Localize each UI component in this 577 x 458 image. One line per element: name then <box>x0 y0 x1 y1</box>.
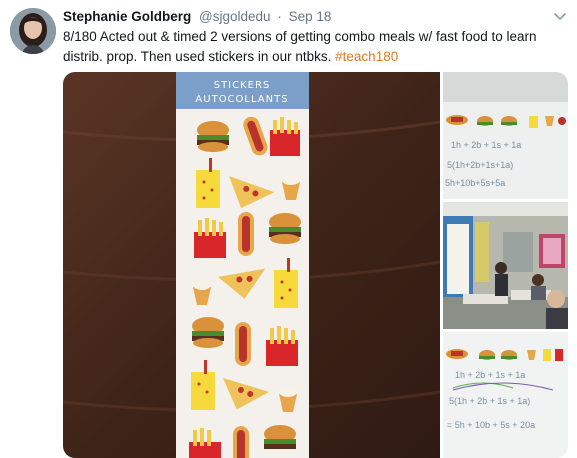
separator-dot: · <box>277 9 282 24</box>
whiteboard-top-line3: 5h+10b+5s+5a <box>445 178 505 188</box>
tweet-text: 8/180 Acted out & timed 2 versions of ge… <box>63 27 568 66</box>
whiteboard-bot-line3: = 5h + 10b + 5s + 20a <box>447 420 535 430</box>
whiteboard-bot-line2: 5(1h + 2b + 1s + 1a) <box>449 396 530 406</box>
whiteboard-bot-line1: 1h + 2b + 1s + 1a <box>455 370 525 380</box>
tweet[interactable]: Stephanie Goldberg @sjgoldedu · Sep 18 8… <box>0 0 577 458</box>
whiteboard-top-line1: 1h + 2b + 1s + 1a <box>451 140 521 150</box>
sticker-header-line2: AUTOCOLLANTS <box>195 94 288 105</box>
classroom-photo[interactable] <box>443 202 568 329</box>
chevron-down-icon[interactable] <box>552 10 568 22</box>
sticker-sheet-photo[interactable]: STICKERS AUTOCOLLANTS <box>63 72 440 458</box>
hashtag-link[interactable]: #teach180 <box>335 49 398 64</box>
media-grid: STICKERS AUTOCOLLANTS 1h + 2b + 1s + 1a … <box>63 72 568 458</box>
avatar[interactable] <box>10 8 56 54</box>
whiteboard-photo-top[interactable]: 1h + 2b + 1s + 1a 5(1h+2b+1s+1a) 5h+10b+… <box>443 72 568 199</box>
tweet-header: Stephanie Goldberg @sjgoldedu · Sep 18 <box>63 9 331 27</box>
user-handle[interactable]: @sjgoldedu <box>199 9 271 24</box>
sticker-header-line1: STICKERS <box>214 80 271 91</box>
whiteboard-photo-bottom[interactable]: 1h + 2b + 1s + 1a 5(1h + 2b + 1s + 1a) =… <box>443 332 568 458</box>
tweet-date[interactable]: Sep 18 <box>289 9 332 24</box>
whiteboard-top-line2: 5(1h+2b+1s+1a) <box>447 160 513 170</box>
tweet-body: 8/180 Acted out & timed 2 versions of ge… <box>63 29 537 64</box>
display-name[interactable]: Stephanie Goldberg <box>63 9 191 24</box>
avatar-photo <box>10 8 56 54</box>
